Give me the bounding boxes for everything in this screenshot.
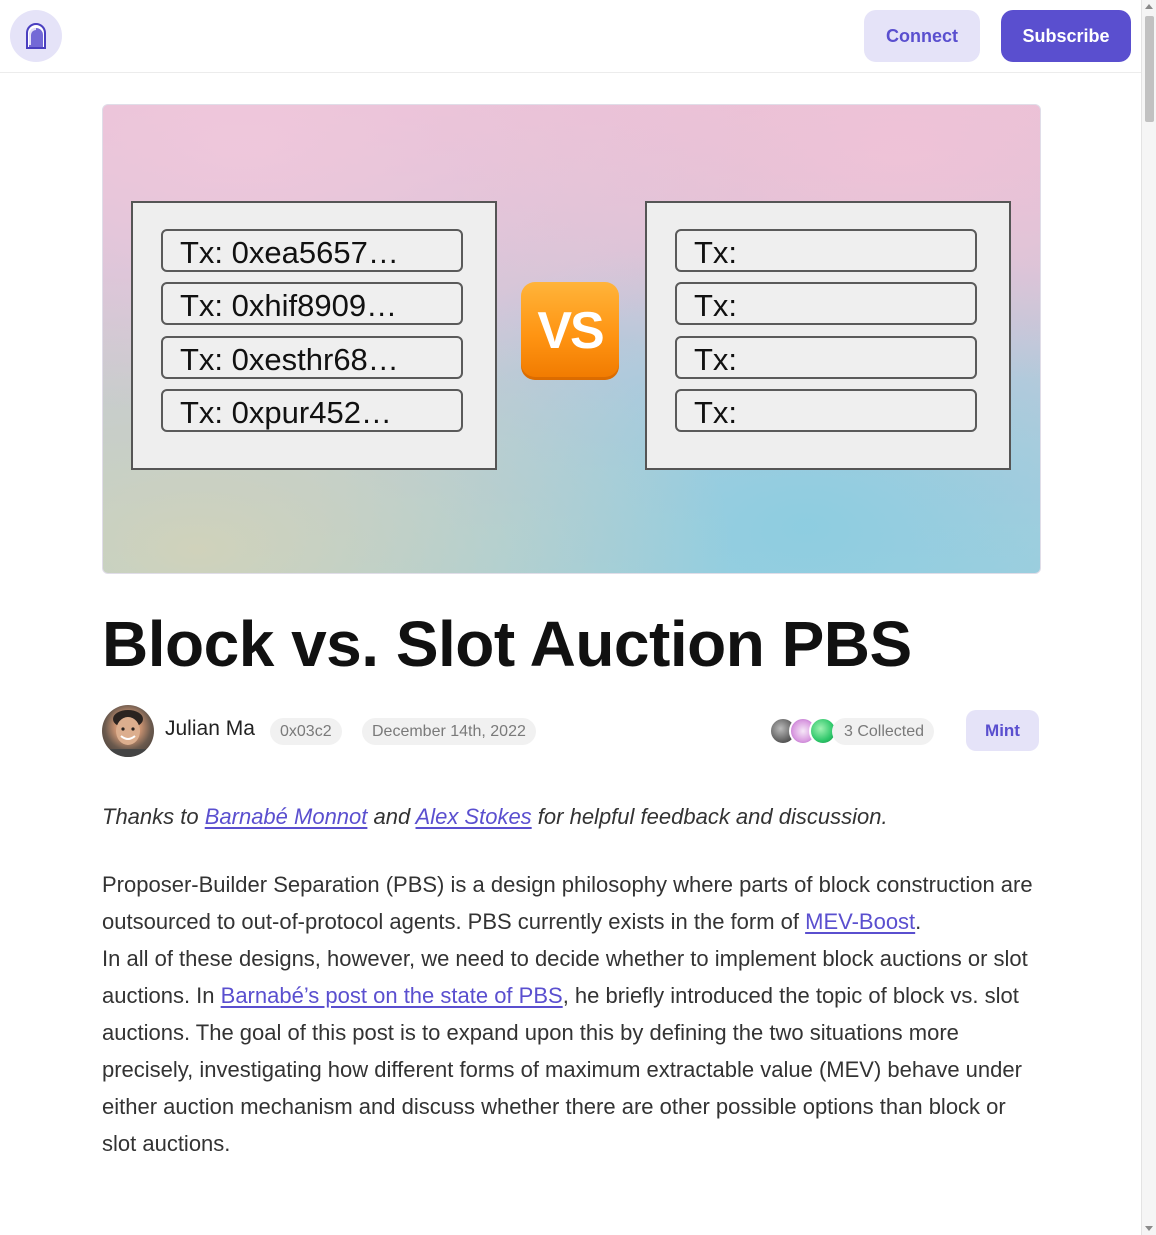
transaction-slot: Tx: 0xea5657…: [161, 229, 463, 272]
transaction-slot: Tx:: [675, 336, 977, 379]
paragraph: Proposer-Builder Separation (PBS) is a d…: [102, 866, 1042, 940]
block-auction-box: Tx: 0xea5657… Tx: 0xhif8909… Tx: 0xesthr…: [131, 201, 497, 470]
transaction-slot: Tx: 0xpur452…: [161, 389, 463, 432]
paragraph-text: .: [915, 909, 922, 934]
top-bar: Connect Subscribe: [0, 0, 1141, 73]
scroll-down-icon[interactable]: [1145, 1226, 1153, 1231]
vs-badge: VS: [521, 282, 619, 380]
subscribe-button[interactable]: Subscribe: [1001, 10, 1131, 62]
transaction-slot: Tx: 0xhif8909…: [161, 282, 463, 325]
author-name[interactable]: Julian Ma: [165, 717, 255, 741]
cover-image: Tx: 0xea5657… Tx: 0xhif8909… Tx: 0xesthr…: [102, 104, 1041, 574]
post-title: Block vs. Slot Auction PBS: [102, 608, 912, 680]
collector-avatars[interactable]: [769, 717, 839, 745]
barnabe-monnot-link[interactable]: Barnabé Monnot: [205, 804, 368, 829]
transaction-slot: Tx: 0xesthr68…: [161, 336, 463, 379]
connect-button[interactable]: Connect: [864, 10, 980, 62]
slot-auction-box: Tx: Tx: Tx: Tx:: [645, 201, 1011, 470]
paragraph-text: , he briefly introduced the topic of blo…: [102, 983, 1022, 1156]
mev-boost-link[interactable]: MEV-Boost: [805, 909, 915, 934]
collected-count-badge[interactable]: 3 Collected: [832, 718, 935, 745]
scroll-thumb[interactable]: [1145, 16, 1154, 122]
author-address-badge[interactable]: 0x03c2: [270, 718, 342, 745]
publish-date-badge: December 14th, 2022: [362, 718, 536, 745]
article-body: Thanks to Barnabé Monnot and Alex Stokes…: [102, 798, 1042, 1162]
avatar-face-icon: [110, 710, 146, 757]
thanks-prefix: Thanks to: [102, 804, 205, 829]
author-avatar[interactable]: [102, 705, 154, 757]
transaction-slot: Tx:: [675, 229, 977, 272]
thanks-suffix: for helpful feedback and discussion.: [531, 804, 888, 829]
page-scrollbar[interactable]: [1141, 0, 1156, 1235]
publication-logo[interactable]: [10, 10, 62, 62]
scroll-up-icon[interactable]: [1145, 4, 1153, 9]
arch-logo-icon: [26, 23, 46, 49]
state-of-pbs-link[interactable]: Barnabé’s post on the state of PBS: [221, 983, 563, 1008]
paragraph: In all of these designs, however, we nee…: [102, 940, 1042, 1162]
transaction-slot: Tx:: [675, 389, 977, 432]
acknowledgement: Thanks to Barnabé Monnot and Alex Stokes…: [102, 798, 1042, 835]
alex-stokes-link[interactable]: Alex Stokes: [416, 804, 532, 829]
thanks-middle: and: [367, 804, 416, 829]
post-meta: Julian Ma 0x03c2 December 14th, 2022 3 C…: [102, 705, 1039, 757]
transaction-slot: Tx:: [675, 282, 977, 325]
mint-button[interactable]: Mint: [966, 710, 1039, 751]
